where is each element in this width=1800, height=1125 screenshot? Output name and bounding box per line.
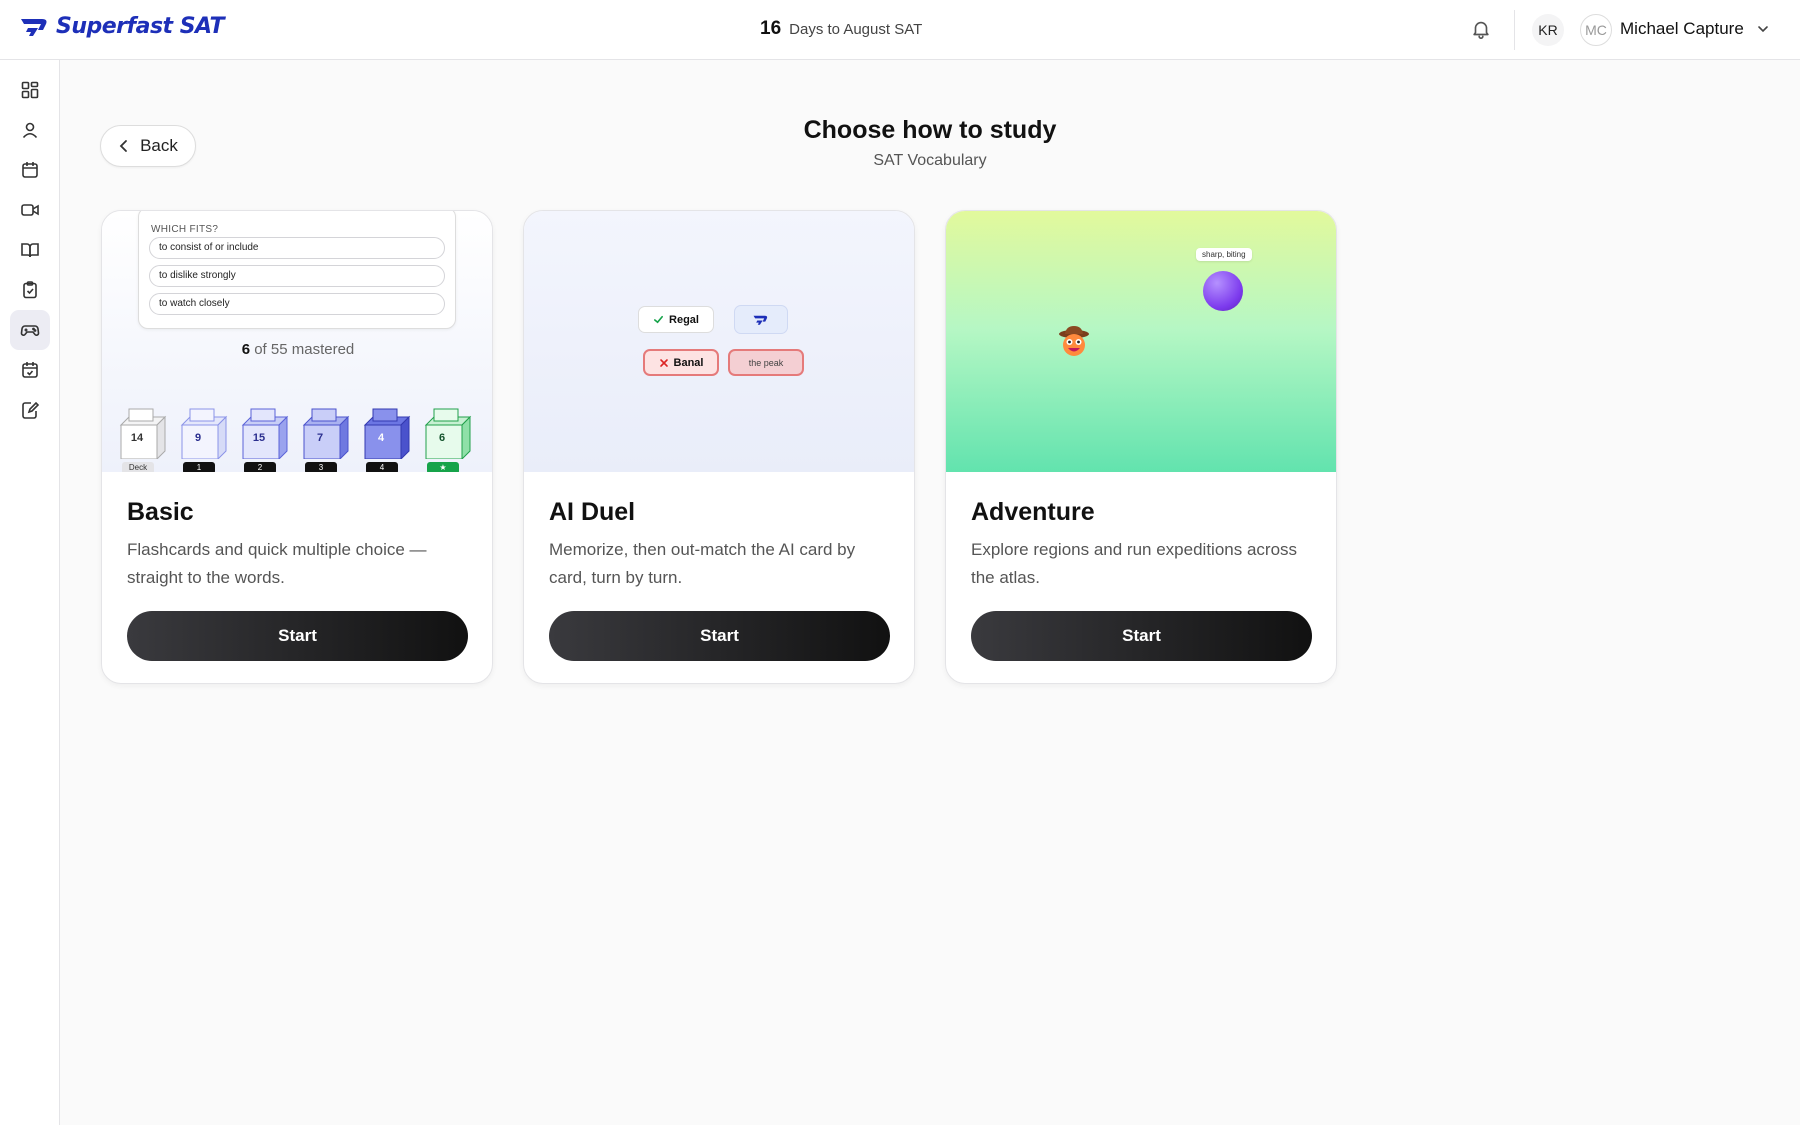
- page-subtitle: SAT Vocabulary: [873, 152, 987, 169]
- quiz-option: to dislike strongly: [149, 265, 445, 287]
- dashboard-icon: [21, 81, 39, 99]
- start-adventure-button[interactable]: Start: [971, 611, 1312, 661]
- avatar-mc[interactable]: MC: [1580, 14, 1612, 46]
- study-mode-card-ai-duel[interactable]: Regal Banal the peak AI Duel Memorize, t…: [523, 210, 915, 684]
- chevron-down-icon[interactable]: [1756, 22, 1770, 36]
- word-orb: [1203, 271, 1243, 311]
- leitner-box-deck: 14: [119, 407, 167, 461]
- start-ai-duel-button[interactable]: Start: [549, 611, 890, 661]
- quiz-option: to watch closely: [149, 293, 445, 315]
- leitner-box-3: 7: [302, 407, 350, 461]
- sidebar-item-practice[interactable]: [10, 270, 50, 310]
- quiz-question-label: WHICH FITS?: [151, 224, 219, 235]
- user-name[interactable]: Michael Capture: [1620, 19, 1744, 39]
- leitner-box-1: 9: [180, 407, 228, 461]
- close-icon: [659, 358, 668, 367]
- countdown-text: Days to August SAT: [789, 21, 923, 38]
- box-tag: 2: [244, 462, 276, 472]
- study-mode-card-basic[interactable]: WHICH FITS? to consist of or include to …: [101, 210, 493, 684]
- calendar-check-icon: [22, 362, 38, 378]
- card-description: Memorize, then out-match the AI card by …: [549, 540, 856, 587]
- sidebar: [0, 60, 60, 1125]
- box-count: 14: [130, 432, 144, 444]
- box-count: 9: [194, 432, 202, 444]
- quiz-option: to consist of or include: [149, 237, 445, 259]
- basic-preview: WHICH FITS? to consist of or include to …: [102, 211, 492, 472]
- sidebar-item-video[interactable]: [10, 190, 50, 230]
- page-title: Choose how to study: [803, 116, 1057, 144]
- box-tag: Deck: [122, 462, 154, 472]
- leitner-box-2: 15: [241, 407, 289, 461]
- box-tag: 4: [366, 462, 398, 472]
- edit-note-icon: [22, 401, 40, 419]
- sidebar-item-dashboard[interactable]: [10, 70, 50, 110]
- wrong-definition-chip: the peak: [728, 349, 804, 376]
- box-count: 6: [438, 432, 446, 444]
- ai-opponent-chip: [734, 305, 788, 334]
- mastered-text: of 55 mastered: [254, 341, 355, 358]
- orb-label: sharp, biting: [1196, 248, 1252, 261]
- correct-word: Regal: [669, 313, 699, 326]
- countdown-number: 16: [760, 18, 782, 39]
- avatar-kr[interactable]: KR: [1532, 14, 1564, 46]
- video-icon: [21, 204, 39, 216]
- gamepad-icon: [20, 325, 40, 336]
- book-icon: [21, 243, 39, 258]
- logo-text: Superfast SAT: [56, 14, 225, 39]
- exam-countdown: 16 Days to August SAT: [760, 18, 922, 40]
- logo-mark-icon: [21, 18, 47, 36]
- logo-mark-icon: [753, 315, 768, 325]
- box-count: 7: [316, 432, 324, 444]
- start-basic-button[interactable]: Start: [127, 611, 468, 661]
- sidebar-item-book[interactable]: [10, 230, 50, 270]
- top-bar: Superfast SAT 16 Days to August SAT KR M…: [0, 0, 1800, 60]
- wrong-word: Banal: [673, 356, 704, 369]
- box-count: 15: [252, 432, 266, 444]
- card-title: Basic: [127, 498, 194, 526]
- header-divider: [1514, 10, 1515, 50]
- adventure-preview: sharp, biting: [946, 211, 1336, 472]
- check-icon: [654, 315, 664, 324]
- logo[interactable]: Superfast SAT: [20, 14, 225, 39]
- leitner-box-mastered: 6: [424, 407, 472, 461]
- card-description: Explore regions and run expeditions acro…: [971, 540, 1298, 587]
- explorer-mascot-icon: [1059, 326, 1089, 356]
- box-count: 4: [377, 432, 385, 444]
- star-tag: ★: [427, 462, 459, 472]
- card-title: Adventure: [971, 498, 1095, 526]
- sidebar-item-notes[interactable]: [10, 390, 50, 430]
- study-mode-card-adventure[interactable]: sharp, biting Adventure Explore regions …: [945, 210, 1337, 684]
- mastered-count: 6: [241, 341, 251, 358]
- sidebar-item-games[interactable]: [10, 310, 50, 350]
- box-tag: 3: [305, 462, 337, 472]
- clipboard-check-icon: [23, 281, 37, 299]
- box-tag: 1: [183, 462, 215, 472]
- quiz-card: WHICH FITS? to consist of or include to …: [138, 211, 456, 329]
- duel-preview: Regal Banal the peak: [524, 211, 914, 472]
- leitner-box-4: 4: [363, 407, 411, 461]
- mastered-progress: 6 of 55 mastered: [102, 341, 492, 358]
- sidebar-item-schedule[interactable]: [10, 350, 50, 390]
- bell-icon[interactable]: [1470, 18, 1492, 40]
- wrong-word-chip: Banal: [643, 349, 719, 376]
- card-description: Flashcards and quick multiple choice — s…: [127, 540, 427, 587]
- card-title: AI Duel: [549, 498, 636, 526]
- correct-word-chip: Regal: [638, 306, 714, 333]
